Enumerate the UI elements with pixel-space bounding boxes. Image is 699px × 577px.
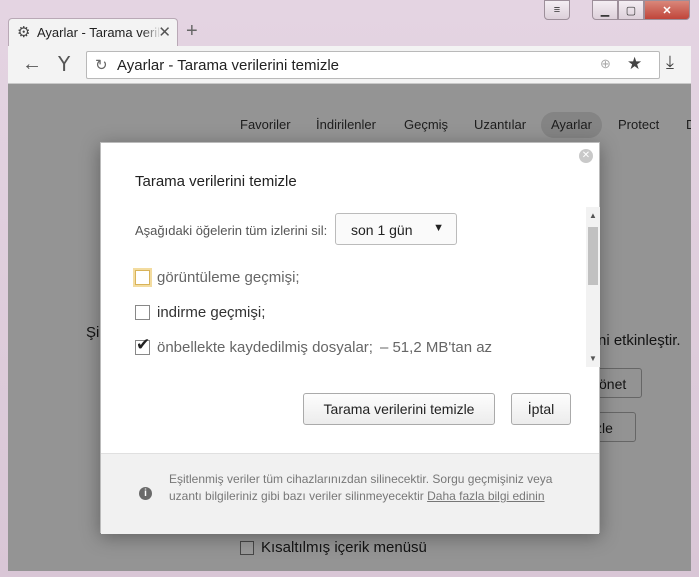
checkbox-cached-files[interactable] xyxy=(135,335,150,355)
tab-close-icon[interactable]: ✕ xyxy=(158,23,171,41)
option-download-history[interactable]: indirme geçmişi; xyxy=(135,304,265,321)
option-browsing-history[interactable]: görüntüleme geçmişi; xyxy=(135,269,300,286)
scroll-up-icon[interactable]: ▲ xyxy=(589,211,597,220)
reload-icon[interactable]: ↻ xyxy=(95,56,108,74)
scrollbar-thumb[interactable] xyxy=(588,227,598,285)
chevron-down-icon: ▼ xyxy=(433,222,444,234)
dialog-scroll-area[interactable]: Aşağıdaki öğelerin tüm izlerini sil: son… xyxy=(101,207,601,367)
option-size: – 51,2 MB'tan az xyxy=(379,339,493,356)
footer-text: Eşitlenmiş veriler tüm cihazlarınızdan s… xyxy=(169,471,569,505)
checkbox-browsing-history[interactable] xyxy=(135,270,150,285)
tab-title: Ayarlar - Tarama verilerini temizle xyxy=(37,25,161,40)
close-button[interactable]: ✕ xyxy=(644,0,690,20)
browser-window: ⚙ Ayarlar - Tarama verilerini temizle ✕ … xyxy=(0,0,699,577)
scrollbar[interactable]: ▲ ▼ xyxy=(586,207,600,367)
dialog-title: Tarama verilerini temizle xyxy=(135,173,297,190)
time-range-value: son 1 gün xyxy=(351,222,413,238)
option-cached-files[interactable]: önbellekte kaydedilmiş dosyalar; – 51,2 … xyxy=(135,335,493,356)
time-range-label: Aşağıdaki öğelerin tüm izlerini sil: xyxy=(135,223,328,238)
address-text[interactable]: Ayarlar - Tarama verilerini temizle xyxy=(117,57,339,74)
download-icon[interactable]: ⤓ xyxy=(666,52,674,73)
dialog-footer: i Eşitlenmiş veriler tüm cihazlarınızdan… xyxy=(101,453,599,534)
browser-tab[interactable]: ⚙ Ayarlar - Tarama verilerini temizle ✕ xyxy=(8,18,178,46)
scroll-down-icon[interactable]: ▼ xyxy=(589,354,597,363)
new-tab-button[interactable]: + xyxy=(186,20,198,42)
address-bar[interactable]: ↻ Ayarlar - Tarama verilerini temizle ⊕ … xyxy=(86,51,660,79)
gear-icon: ⚙ xyxy=(17,24,31,41)
title-bar: ⚙ Ayarlar - Tarama verilerini temizle ✕ … xyxy=(0,0,699,46)
option-label: önbellekte kaydedilmiş dosyalar; xyxy=(157,339,373,356)
option-label: indirme geçmişi; xyxy=(157,304,266,321)
info-icon: i xyxy=(139,487,152,500)
checkbox-download-history[interactable] xyxy=(135,305,150,320)
yandex-logo-icon[interactable]: Y xyxy=(58,52,70,76)
learn-more-link[interactable]: Daha fazla bilgi edinin xyxy=(427,489,544,503)
time-range-select[interactable]: son 1 gün ▼ xyxy=(335,213,457,245)
option-label: görüntüleme geçmişi; xyxy=(157,269,300,286)
dialog-close-icon[interactable]: ✕ xyxy=(579,149,593,163)
minimize-button[interactable]: ▁ xyxy=(592,0,618,20)
globe-icon[interactable]: ⊕ xyxy=(600,56,611,72)
maximize-button[interactable]: ▢ xyxy=(618,0,644,20)
clear-data-button[interactable]: Tarama verilerini temizle xyxy=(303,393,495,425)
menu-button[interactable]: ≡ xyxy=(544,0,570,20)
bookmark-star-icon[interactable]: ★ xyxy=(627,54,642,74)
toolbar: ← Y ↻ Ayarlar - Tarama verilerini temizl… xyxy=(8,46,691,84)
clear-browsing-data-dialog: ✕ Tarama verilerini temizle Aşağıdaki öğ… xyxy=(100,142,601,534)
back-arrow-icon[interactable]: ← xyxy=(22,53,42,76)
cancel-button[interactable]: İptal xyxy=(511,393,571,425)
